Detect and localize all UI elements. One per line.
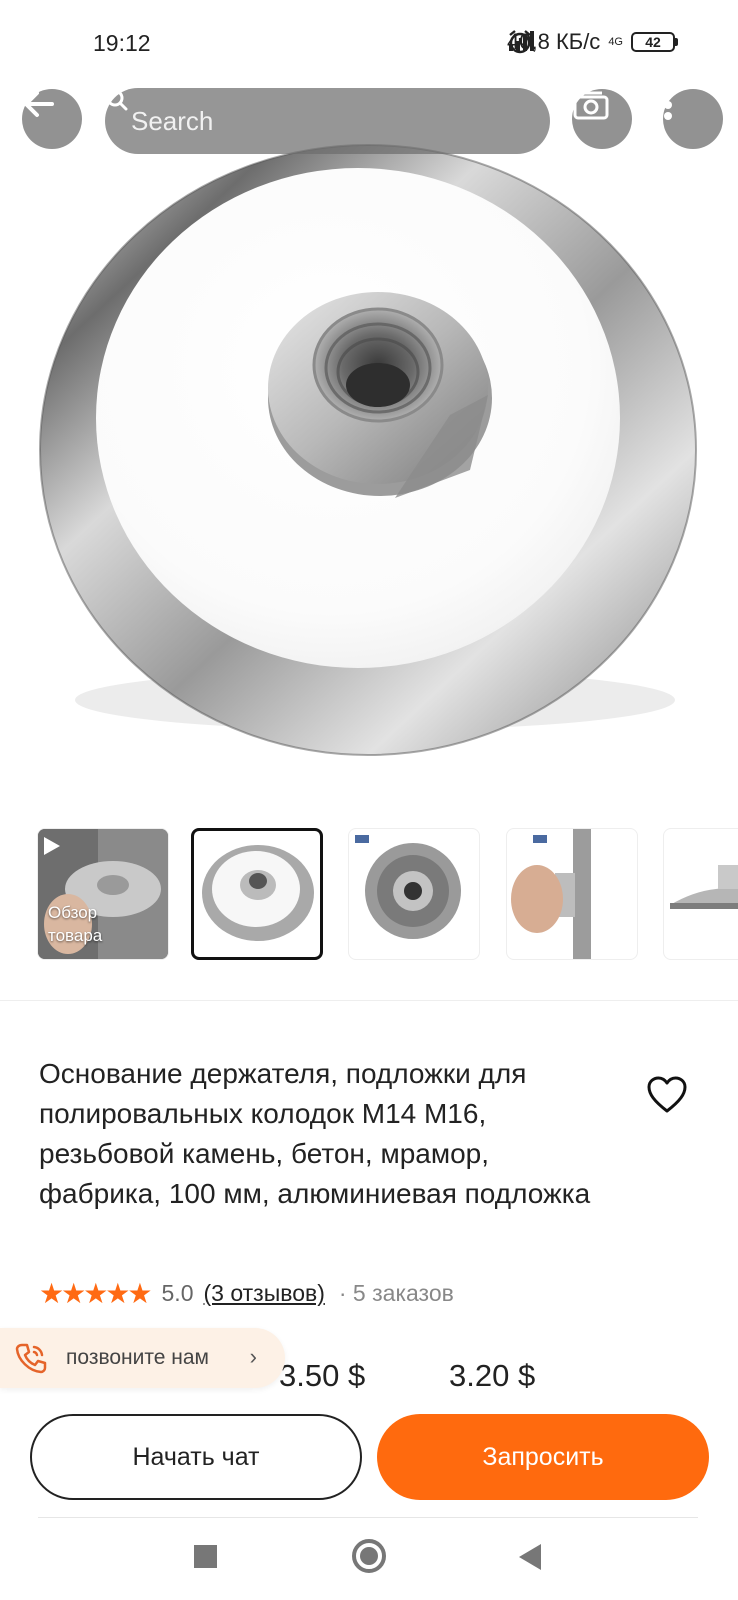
chevron-right-icon: › [249, 1344, 257, 1369]
product-title: Основание держателя, подложки для полиро… [39, 1058, 591, 1209]
divider [0, 1000, 738, 1001]
heart-icon [647, 1076, 687, 1113]
thumbnail-5[interactable] [663, 828, 738, 960]
favorite-button[interactable] [646, 1075, 688, 1115]
camera-icon [573, 91, 609, 120]
thumbnail-image [670, 865, 738, 909]
thumbnail-image [355, 835, 461, 939]
thumbnail-3[interactable] [348, 828, 480, 960]
rating-value: 5.0 [161, 1279, 194, 1306]
thumbnail-4[interactable] [506, 828, 638, 960]
signal-icon [509, 31, 535, 51]
price-tier-2: 3.50 $ [279, 1358, 366, 1393]
call-us-button[interactable]: позвоните нам › [0, 1328, 285, 1388]
rating-row: ★★★★★ 5.0 (3 отзывов) · 5 заказов [39, 1276, 454, 1310]
status-bar: 19:12 40,8 КБ/с 4G 42 [0, 0, 738, 86]
back-arrow-icon [24, 91, 54, 117]
start-chat-button[interactable]: Начать чат [30, 1414, 362, 1500]
status-time: 19:12 [93, 30, 151, 56]
more-vertical-icon [664, 90, 672, 120]
network-type: 4G [608, 35, 623, 48]
play-icon [44, 837, 60, 855]
request-button[interactable]: Запросить [377, 1414, 709, 1500]
more-button[interactable] [663, 89, 723, 149]
product-main-image[interactable]: 19:12 40,8 КБ/с 4G 42 Search [0, 0, 738, 810]
thumbnail-strip: Обзор товара [0, 828, 738, 964]
thumbnail-video-review[interactable]: Обзор товара [37, 828, 169, 960]
video-caption: Обзор товара [48, 903, 103, 945]
phone-call-icon [15, 1343, 47, 1374]
price-tier-3: 3.20 $ [449, 1358, 536, 1393]
thumbnail-image [202, 845, 314, 941]
divider [38, 1517, 698, 1518]
battery-level: 42 [631, 32, 675, 52]
system-back-button[interactable] [519, 1544, 541, 1570]
battery-icon: 42 [631, 32, 678, 52]
thumbnail-image [511, 829, 591, 959]
orders-count: · 5 заказов [338, 1279, 454, 1306]
back-button[interactable] [22, 89, 82, 149]
system-nav-bar [0, 1520, 738, 1600]
status-right: 40,8 КБ/с 4G 42 [507, 29, 678, 55]
search-icon [106, 89, 128, 111]
search-placeholder: Search [131, 105, 214, 136]
reviews-link[interactable]: (3 отзывов) [204, 1280, 325, 1307]
camera-search-button[interactable] [572, 89, 632, 149]
call-us-label: позвоните нам [66, 1346, 209, 1369]
home-button[interactable] [352, 1539, 386, 1573]
thumbnail-2[interactable] [191, 828, 323, 960]
recent-apps-button[interactable] [194, 1545, 217, 1568]
search-bar[interactable]: Search [105, 88, 550, 154]
star-rating-icon: ★★★★★ [39, 1277, 153, 1309]
